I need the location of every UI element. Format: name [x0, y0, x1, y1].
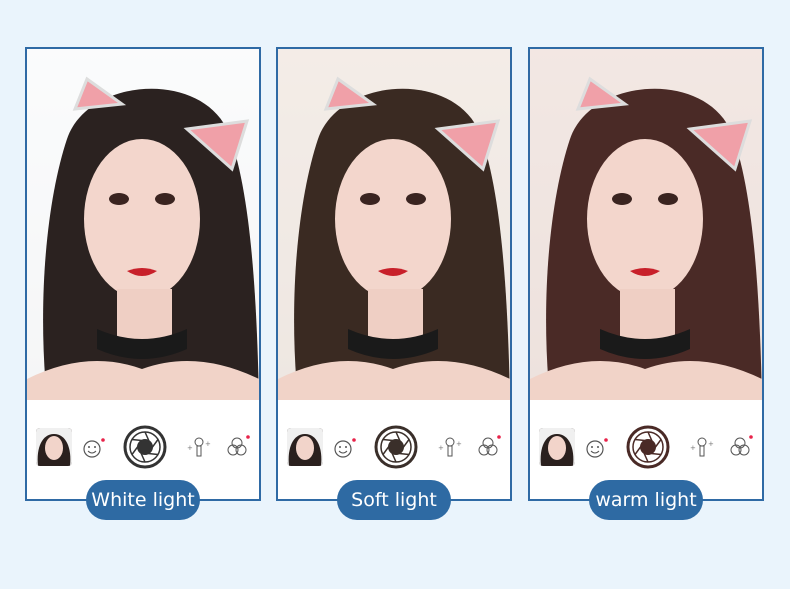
- camera-preview-panel: + +: [25, 47, 261, 501]
- filter-icon[interactable]: [226, 434, 252, 462]
- light-mode-label: Soft light: [337, 480, 451, 520]
- photo-preview: [530, 49, 762, 400]
- camera-toolbar: + +: [278, 419, 510, 475]
- filter-icon[interactable]: [477, 434, 503, 462]
- svg-text:+: +: [690, 444, 696, 452]
- light-mode-label: warm light: [589, 480, 703, 520]
- svg-text:+: +: [205, 440, 211, 448]
- beauty-brush-icon[interactable]: + +: [690, 436, 714, 462]
- beauty-brush-icon[interactable]: + +: [438, 436, 462, 462]
- shutter-button[interactable]: [374, 425, 418, 473]
- photo-preview: [27, 49, 259, 400]
- camera-toolbar: + +: [27, 419, 259, 475]
- shutter-icon: [374, 425, 418, 473]
- camera-preview-panel: + +: [528, 47, 764, 501]
- shutter-button[interactable]: [123, 425, 167, 473]
- avatar-thumbnail[interactable]: [539, 428, 575, 466]
- light-mode-label: White light: [86, 480, 200, 520]
- selfie-photo: [27, 49, 259, 400]
- face-sticker-icon[interactable]: [333, 437, 359, 463]
- face-sticker-icon[interactable]: [585, 437, 611, 463]
- selfie-photo: [530, 49, 762, 400]
- shutter-button[interactable]: [626, 425, 670, 473]
- svg-text:+: +: [456, 440, 462, 448]
- filter-icon[interactable]: [729, 434, 755, 462]
- camera-toolbar: + +: [530, 419, 762, 475]
- selfie-photo: [278, 49, 510, 400]
- beauty-brush-icon[interactable]: + +: [187, 436, 211, 462]
- svg-text:+: +: [187, 444, 193, 452]
- svg-text:+: +: [438, 444, 444, 452]
- svg-text:+: +: [708, 440, 714, 448]
- photo-preview: [278, 49, 510, 400]
- shutter-icon: [626, 425, 670, 473]
- face-sticker-icon[interactable]: [82, 437, 108, 463]
- avatar-thumbnail[interactable]: [287, 428, 323, 466]
- shutter-icon: [123, 425, 167, 473]
- camera-preview-panel: + +: [276, 47, 512, 501]
- avatar-thumbnail[interactable]: [36, 428, 72, 466]
